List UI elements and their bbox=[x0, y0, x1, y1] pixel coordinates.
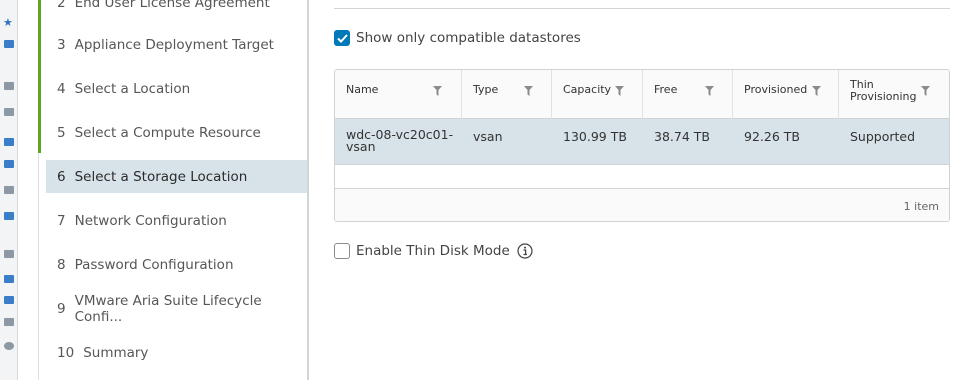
document-icon bbox=[4, 82, 14, 90]
wizard-step-compute-resource[interactable]: 5 Select a Compute Resource bbox=[46, 116, 307, 149]
step-label: Select a Location bbox=[74, 80, 191, 97]
column-header-free[interactable]: Free bbox=[643, 70, 733, 119]
datastore-grid: Name Type Capacity Free Provisioned Thin bbox=[334, 69, 950, 222]
network-icon bbox=[4, 296, 14, 304]
filter-icon[interactable] bbox=[921, 86, 930, 96]
step-label: Password Configuration bbox=[74, 256, 234, 273]
step-label: Appliance Deployment Target bbox=[74, 36, 274, 53]
column-label: Name bbox=[346, 83, 379, 96]
circle-icon bbox=[4, 342, 14, 350]
column-label: Provisioning bbox=[850, 90, 917, 103]
wizard-step-password[interactable]: 8 Password Configuration bbox=[46, 248, 307, 281]
datagrid-header: Name Type Capacity Free Provisioned Thin bbox=[335, 70, 949, 119]
datastore-thin-provisioning-cell: Supported bbox=[850, 129, 916, 144]
step-number: 10 bbox=[57, 344, 75, 361]
step-label: VMware Aria Suite Lifecycle Confi... bbox=[74, 292, 262, 325]
column-header-capacity[interactable]: Capacity bbox=[552, 70, 643, 119]
arrow-icon bbox=[4, 212, 14, 220]
column-label: Capacity bbox=[563, 83, 612, 96]
step-number: 9 bbox=[57, 300, 66, 317]
wizard-step-network[interactable]: 7 Network Configuration bbox=[46, 204, 307, 237]
wizard-step-location[interactable]: 4 Select a Location bbox=[46, 72, 307, 105]
filter-icon[interactable] bbox=[812, 86, 821, 96]
datastore-name-line: vsan bbox=[346, 139, 376, 154]
column-label: Free bbox=[654, 83, 678, 96]
step-label: End User License Agreement bbox=[74, 0, 270, 11]
wizard-step-summary[interactable]: 10 Summary bbox=[46, 336, 307, 369]
datastore-row[interactable]: wdc-08-vc20c01- vsan vsan 130.99 TB 38.7… bbox=[335, 119, 949, 165]
thin-disk-mode-toggle[interactable]: Enable Thin Disk Mode bbox=[334, 243, 533, 259]
wizard-step-eula[interactable]: 2 End User License Agreement bbox=[46, 0, 307, 19]
step-number: 4 bbox=[57, 80, 66, 97]
document-icon bbox=[4, 186, 14, 194]
background-app-icons: ★ bbox=[0, 0, 18, 380]
wizard-steps-nav: 2 End User License Agreement 3 Appliance… bbox=[18, 0, 308, 380]
completed-steps-indicator bbox=[38, 0, 41, 153]
column-header-name[interactable]: Name bbox=[335, 70, 462, 119]
datastore-free-cell: 38.74 TB bbox=[654, 129, 710, 144]
step-number: 6 bbox=[57, 168, 66, 185]
thin-disk-mode-label: Enable Thin Disk Mode bbox=[356, 243, 510, 259]
check-icon bbox=[336, 33, 348, 43]
filter-icon[interactable] bbox=[705, 86, 714, 96]
item-count: 1 item bbox=[903, 200, 939, 213]
section-divider bbox=[334, 8, 950, 9]
folder-icon bbox=[4, 160, 14, 168]
column-header-provisioned[interactable]: Provisioned bbox=[733, 70, 839, 119]
compatible-datastores-label: Show only compatible datastores bbox=[356, 30, 581, 46]
step-label: Summary bbox=[83, 344, 149, 361]
step-number: 7 bbox=[57, 212, 66, 229]
info-icon[interactable] bbox=[517, 243, 533, 259]
compatible-datastores-toggle[interactable]: Show only compatible datastores bbox=[334, 30, 581, 46]
filter-icon[interactable] bbox=[433, 86, 442, 96]
document-icon bbox=[4, 250, 14, 258]
compatible-datastores-checkbox[interactable] bbox=[334, 30, 350, 46]
datastore-type-cell: vsan bbox=[473, 129, 503, 144]
document-icon bbox=[4, 318, 14, 326]
empty-grid-row bbox=[335, 165, 949, 189]
datastore-name-cell: wdc-08-vc20c01- vsan bbox=[346, 128, 453, 154]
folder-icon bbox=[4, 40, 14, 48]
datastore-capacity-cell: 130.99 TB bbox=[563, 129, 627, 144]
step-number: 3 bbox=[57, 36, 66, 53]
filter-icon[interactable] bbox=[615, 86, 624, 96]
column-header-thin-provisioning[interactable]: Thin Provisioning bbox=[839, 70, 949, 119]
step-label: Select a Compute Resource bbox=[74, 124, 261, 141]
column-label: Type bbox=[473, 83, 499, 96]
step-number: 5 bbox=[57, 124, 66, 141]
column-label: Provisioned bbox=[744, 83, 808, 96]
step-label: Select a Storage Location bbox=[74, 168, 248, 185]
datastore-provisioned-cell: 92.26 TB bbox=[744, 129, 800, 144]
thin-disk-mode-checkbox[interactable] bbox=[334, 243, 350, 259]
step-number: 2 bbox=[57, 0, 66, 11]
wizard-step-storage-location[interactable]: 6 Select a Storage Location bbox=[46, 160, 307, 193]
monitor-icon bbox=[4, 138, 14, 146]
star-icon: ★ bbox=[3, 16, 13, 29]
wizard-step-lifecycle-config[interactable]: 9 VMware Aria Suite Lifecycle Confi... bbox=[46, 292, 307, 325]
column-header-type[interactable]: Type bbox=[462, 70, 552, 119]
storage-location-panel: Show only compatible datastores Name Typ… bbox=[308, 0, 980, 380]
filter-icon[interactable] bbox=[524, 86, 533, 96]
server-icon bbox=[4, 275, 14, 283]
step-label: Network Configuration bbox=[74, 212, 227, 229]
wizard-step-deployment-target[interactable]: 3 Appliance Deployment Target bbox=[46, 28, 307, 61]
step-number: 8 bbox=[57, 256, 66, 273]
datagrid-footer: 1 item bbox=[335, 189, 949, 221]
document-icon bbox=[4, 108, 14, 116]
